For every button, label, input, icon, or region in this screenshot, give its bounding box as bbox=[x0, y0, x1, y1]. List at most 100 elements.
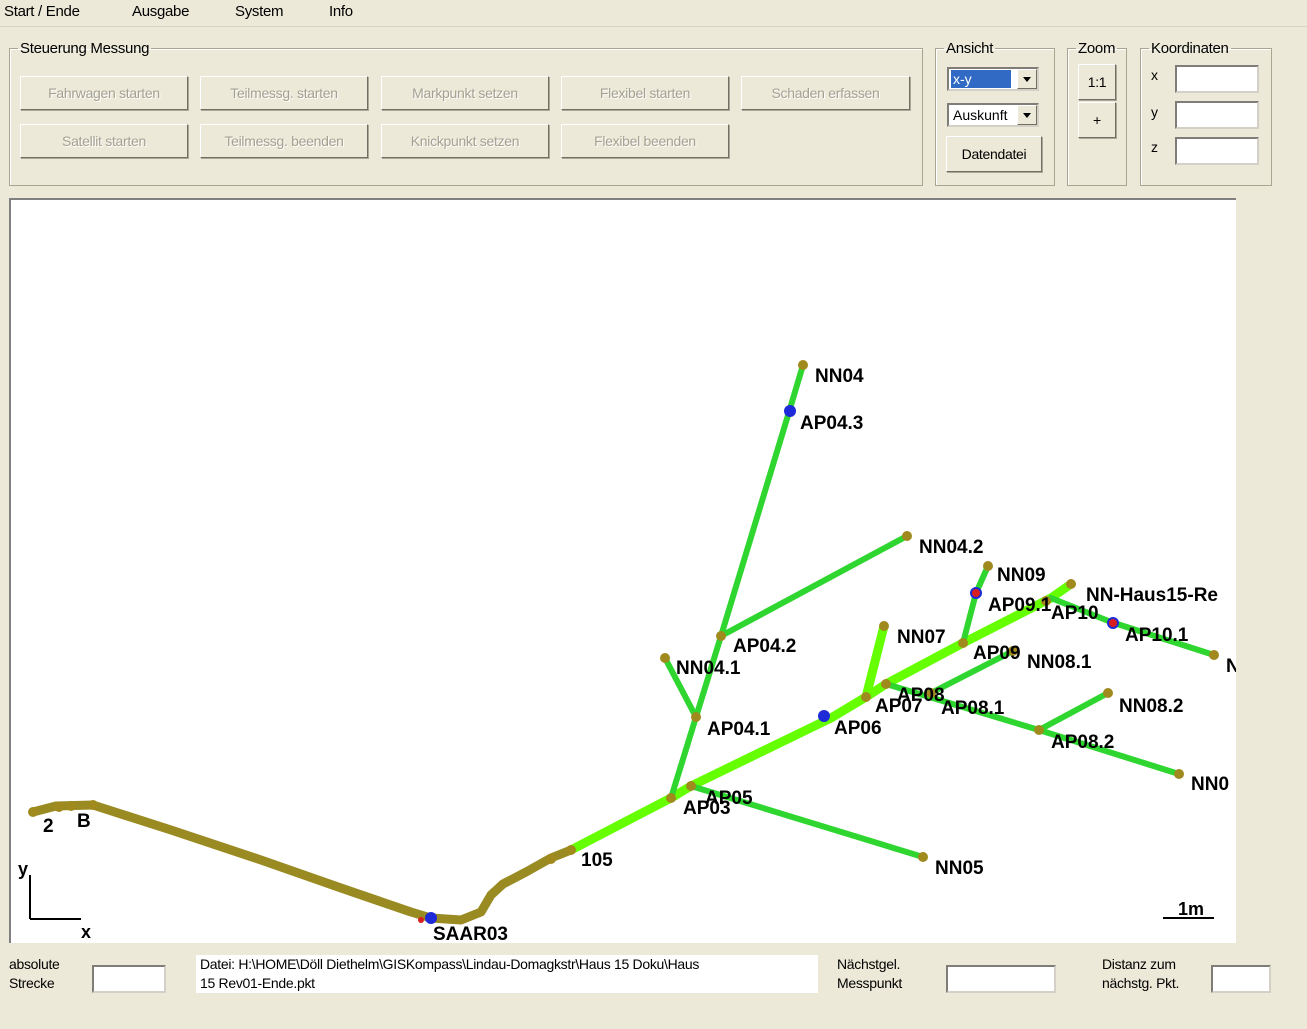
schaden-erfassen-button[interactable]: Schaden erfassen bbox=[741, 76, 910, 110]
label-nn10: N bbox=[1226, 656, 1236, 677]
absolute-strecke-field[interactable] bbox=[92, 965, 166, 993]
node-ap08[interactable] bbox=[881, 679, 891, 689]
node-ap04-3[interactable] bbox=[784, 405, 796, 417]
ansicht-legend: Ansicht bbox=[946, 40, 994, 57]
node-ap09-1[interactable] bbox=[970, 587, 982, 599]
label-nn09: NN09 bbox=[997, 565, 1046, 586]
x-axis-label: x bbox=[81, 922, 91, 942]
chevron-down-icon[interactable] bbox=[1017, 105, 1037, 125]
distanz-label-1: Distanz zum bbox=[1102, 956, 1176, 972]
node-2[interactable] bbox=[28, 807, 38, 817]
pipe-network-canvas[interactable]: NN04 AP04.3 NN04.2 NN09 NN-Haus15-Re AP0… bbox=[9, 198, 1236, 943]
label-ap08-2: AP08.2 bbox=[1051, 732, 1114, 753]
label-saar03: SAAR03 bbox=[433, 924, 508, 943]
branch-nn08-2 bbox=[1036, 690, 1111, 733]
steuerung-messung-group: Steuerung Messung bbox=[9, 40, 923, 186]
label-ap09-1: AP09.1 bbox=[988, 595, 1052, 616]
knickpunkt-setzen-button[interactable]: Knickpunkt setzen bbox=[381, 124, 549, 158]
view-select[interactable]: x-y bbox=[947, 67, 1039, 91]
node-nn10[interactable] bbox=[1209, 650, 1219, 660]
label-2: 2 bbox=[43, 816, 54, 837]
chevron-down-icon[interactable] bbox=[1017, 69, 1037, 89]
flexibel-beenden-button[interactable]: Flexibel beenden bbox=[561, 124, 729, 158]
node-nn07[interactable] bbox=[879, 621, 889, 631]
label-ap04-1: AP04.1 bbox=[707, 719, 771, 740]
menu-bar: Start / Ende Ausgabe System Info bbox=[0, 0, 1307, 27]
menu-start-ende[interactable]: Start / Ende bbox=[4, 3, 80, 20]
distanz-field[interactable] bbox=[1211, 965, 1271, 993]
label-ap09: AP09 bbox=[973, 643, 1021, 664]
y-coordinate-field[interactable] bbox=[1175, 101, 1259, 129]
satellit-starten-button[interactable]: Satellit starten bbox=[20, 124, 188, 158]
datendatei-button[interactable]: Datendatei bbox=[946, 136, 1042, 172]
node-ap09[interactable] bbox=[958, 638, 968, 648]
node-nn-haus15[interactable] bbox=[1066, 579, 1076, 589]
koordinaten-legend: Koordinaten bbox=[1151, 40, 1229, 57]
node-ap06[interactable] bbox=[818, 710, 830, 722]
label-ap10: AP10 bbox=[1051, 603, 1099, 624]
file-path-line-1: Datei: H:\HOME\Döll Diethelm\GISKompass\… bbox=[200, 956, 700, 972]
mode-select[interactable]: Auskunft bbox=[947, 103, 1039, 127]
naechstgel-label-1: Nächstgel. bbox=[837, 956, 901, 972]
scale-label: 1m bbox=[1178, 899, 1204, 919]
node-ap08-2[interactable] bbox=[1034, 725, 1044, 735]
z-coordinate-field[interactable] bbox=[1175, 137, 1259, 165]
menu-system[interactable]: System bbox=[235, 3, 284, 20]
node-ap04-1[interactable] bbox=[691, 712, 701, 722]
label-ap10-1: AP10.1 bbox=[1125, 625, 1189, 646]
label-ap03: AP03 bbox=[683, 798, 731, 819]
label-ap04-2: AP04.2 bbox=[733, 636, 796, 657]
node bbox=[546, 854, 556, 864]
label-nn04-1: NN04.1 bbox=[676, 658, 741, 679]
node-nn09[interactable] bbox=[983, 561, 993, 571]
node-nn08-2[interactable] bbox=[1103, 688, 1113, 698]
fahrwagen-starten-button[interactable]: Fahrwagen starten bbox=[20, 76, 188, 110]
label-nn04-2: NN04.2 bbox=[919, 537, 983, 558]
file-path-display: Datei: H:\HOME\Döll Diethelm\GISKompass\… bbox=[196, 955, 818, 993]
x-coordinate-field[interactable] bbox=[1175, 65, 1259, 93]
node-nn08[interactable] bbox=[1174, 769, 1184, 779]
zoom-legend: Zoom bbox=[1078, 40, 1116, 57]
naechstgel-label-2: Messpunkt bbox=[837, 975, 902, 991]
node bbox=[66, 801, 76, 811]
node-nn04-2[interactable] bbox=[902, 531, 912, 541]
node-ap03[interactable] bbox=[666, 793, 676, 803]
node-ap04-2[interactable] bbox=[716, 631, 726, 641]
distanz-label-2: nächstg. Pkt. bbox=[1102, 975, 1180, 991]
node-nn04-1[interactable] bbox=[660, 653, 670, 663]
zoom-1-1-button[interactable]: 1:1 bbox=[1078, 64, 1116, 100]
y-axis-label: y bbox=[18, 859, 28, 879]
markpunkt-setzen-button[interactable]: Markpunkt setzen bbox=[381, 76, 549, 110]
node-ap10-1[interactable] bbox=[1107, 617, 1119, 629]
start-marker bbox=[418, 917, 424, 923]
node-105[interactable] bbox=[566, 845, 576, 855]
node-nn04[interactable] bbox=[798, 360, 808, 370]
label-nn05: NN05 bbox=[935, 858, 984, 879]
view-select-value: x-y bbox=[951, 70, 1011, 88]
naechstgel-messpunkt-field[interactable] bbox=[946, 965, 1056, 993]
file-path-line-2: 15 Rev01-Ende.pkt bbox=[200, 975, 315, 991]
label-nn04: NN04 bbox=[815, 366, 864, 387]
z-label: z bbox=[1151, 139, 1158, 155]
y-label: y bbox=[1151, 104, 1158, 120]
label-ap08-1: AP08.1 bbox=[941, 698, 1005, 719]
node-b[interactable] bbox=[88, 800, 98, 810]
node-ap05[interactable] bbox=[686, 781, 696, 791]
node-nn05[interactable] bbox=[918, 852, 928, 862]
label-ap04-3: AP04.3 bbox=[800, 413, 863, 434]
label-105: 105 bbox=[581, 850, 613, 871]
menu-info[interactable]: Info bbox=[329, 3, 353, 20]
node-saar03[interactable] bbox=[425, 912, 437, 924]
node-ap07[interactable] bbox=[861, 692, 871, 702]
label-nn-haus15: NN-Haus15-Re bbox=[1086, 585, 1218, 606]
menu-ausgabe[interactable]: Ausgabe bbox=[132, 3, 189, 20]
absolute-strecke-label-1: absolute bbox=[9, 956, 60, 972]
label-nn08-1: NN08.1 bbox=[1027, 652, 1092, 673]
zoom-in-button[interactable]: + bbox=[1078, 102, 1116, 138]
teilmessg-beenden-button[interactable]: Teilmessg. beenden bbox=[200, 124, 368, 158]
flexibel-starten-button[interactable]: Flexibel starten bbox=[561, 76, 729, 110]
trunk-olive-path bbox=[28, 800, 576, 925]
node bbox=[54, 802, 64, 812]
x-label: x bbox=[1151, 67, 1158, 83]
teilmessg-starten-button[interactable]: Teilmessg. starten bbox=[200, 76, 368, 110]
